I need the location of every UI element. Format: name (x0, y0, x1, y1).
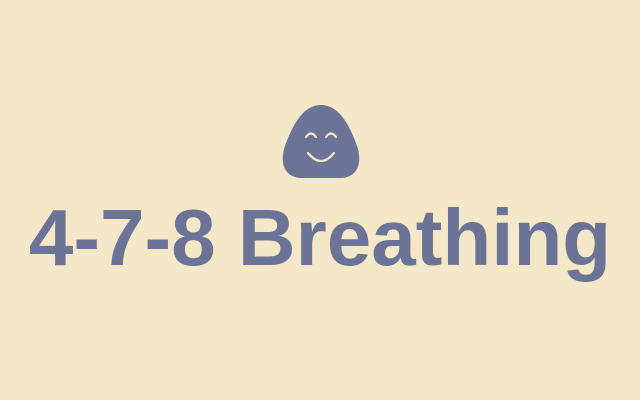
app-title: 4-7-8 Breathing (28, 193, 612, 282)
splash-screen: 4-7-8 Breathing (0, 0, 640, 400)
smiling-blob-icon (279, 103, 363, 179)
